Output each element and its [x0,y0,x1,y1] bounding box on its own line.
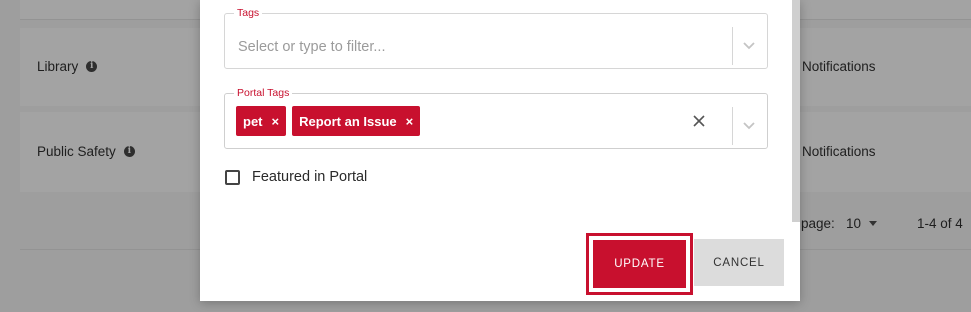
dialog-scrollbar[interactable] [792,0,800,222]
rows-per-page-value: 10 [846,216,862,231]
info-icon: i [123,146,135,157]
chevron-down-icon[interactable] [742,121,756,131]
tag-chip-pet: pet × [236,106,287,136]
update-button[interactable]: UPDATE [593,240,686,288]
row-notifications: Notifications [802,144,876,159]
rows-per-page-label: page: [801,216,835,231]
chip-remove-icon[interactable]: × [272,114,280,129]
chip-label: Report an Issue [299,113,397,129]
chip-remove-icon[interactable]: × [406,114,414,129]
background-row-label-wrap: Library i [37,59,98,74]
indicator-separator [732,107,733,145]
indicator-separator [732,27,733,65]
cancel-button[interactable]: CANCEL [694,239,784,286]
tags-placeholder[interactable]: Select or type to filter... [238,39,386,55]
portal-tags-select[interactable]: Portal Tags pet × Report an Issue × [224,87,768,149]
caret-down-icon [869,221,878,226]
portal-tags-chip-list: pet × Report an Issue × [236,106,421,136]
featured-checkbox[interactable] [225,169,240,185]
tag-chip-report-an-issue: Report an Issue × [292,106,421,136]
tags-legend: Tags [237,7,260,19]
row-label: Public Safety [37,144,116,159]
row-label: Library [37,59,79,74]
chevron-down-icon[interactable] [742,41,756,51]
close-icon[interactable] [692,114,706,128]
edit-dialog: Tags Select or type to filter... Portal … [200,0,800,301]
featured-checkbox-label[interactable]: Featured in Portal [252,169,367,185]
portal-tags-legend: Portal Tags [237,87,290,99]
background-row-label-wrap: Public Safety i [37,144,135,159]
tags-select[interactable]: Tags Select or type to filter... [224,7,768,69]
featured-in-portal-row[interactable]: Featured in Portal [225,169,367,185]
row-notifications: Notifications [802,59,876,74]
rows-per-page-select[interactable]: 10 [846,216,878,231]
info-icon: i [86,61,98,72]
pagination-range: 1-4 of 4 [917,216,963,231]
chip-label: pet [243,113,263,129]
